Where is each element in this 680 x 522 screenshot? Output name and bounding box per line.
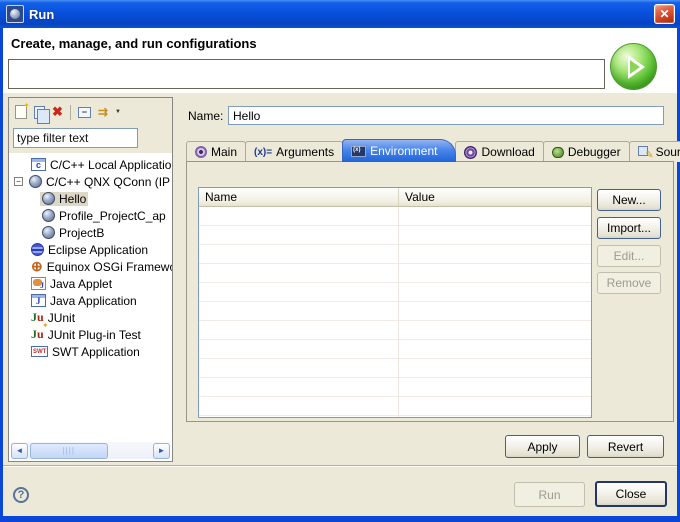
qnx-config-icon xyxy=(42,209,55,222)
tab-source[interactable]: Source xyxy=(629,141,680,162)
configurations-tree: C/C++ Local Application − C/C++ QNX QCon… xyxy=(9,153,172,441)
footer-bar: ? Run Close xyxy=(3,467,677,516)
table-header-row: Name Value xyxy=(199,188,591,207)
dialog-body: ✦ ✖ − ⇉ ▼ C/C++ Local Application − xyxy=(3,93,677,465)
tab-debugger[interactable]: Debugger xyxy=(543,141,630,162)
tree-item-java-application[interactable]: Java Application xyxy=(9,292,172,309)
filter-options-icon[interactable]: ⇉ xyxy=(98,106,108,118)
configuration-tabs: Main (x)= Arguments Environment Download… xyxy=(186,139,680,162)
tab-label: Debugger xyxy=(568,145,621,159)
tree-item-junit-plugin-test[interactable]: ✦ JUnit Plug-in Test xyxy=(9,326,172,343)
close-button[interactable]: Close xyxy=(595,481,667,507)
remove-variable-button: Remove xyxy=(597,272,661,294)
run-dialog-icon xyxy=(6,5,24,23)
configurations-toolbar: ✦ ✖ − ⇉ ▼ xyxy=(13,101,168,123)
qnx-config-icon xyxy=(29,175,42,188)
configuration-detail-panel: Name: Main (x)= Arguments Environment D xyxy=(178,97,674,462)
tree-item-projectb[interactable]: ProjectB xyxy=(9,224,172,241)
collapse-node-icon[interactable]: − xyxy=(14,177,23,186)
tab-arguments[interactable]: (x)= Arguments xyxy=(245,141,343,162)
help-icon[interactable]: ? xyxy=(13,487,29,503)
junit-plugin-icon: ✦ xyxy=(31,327,44,342)
revert-button[interactable]: Revert xyxy=(587,435,664,458)
panel-toolbar-area: ✦ ✖ − ⇉ ▼ xyxy=(9,98,172,153)
title-bar: Run ✕ xyxy=(0,0,680,28)
tab-download[interactable]: Download xyxy=(455,141,543,162)
dialog-header: Create, manage, and run configurations xyxy=(3,28,677,93)
table-body-empty[interactable] xyxy=(199,207,591,417)
scrollbar-track[interactable]: |||| xyxy=(28,443,153,459)
equinox-framework-icon: ⊕ xyxy=(31,260,43,273)
tree-item-java-applet[interactable]: Java Applet xyxy=(9,275,172,292)
eclipse-application-icon xyxy=(31,243,44,256)
java-application-icon xyxy=(31,294,46,307)
run-button: Run xyxy=(514,482,585,507)
tab-label: Arguments xyxy=(276,145,334,159)
tab-label: Environment xyxy=(370,144,437,158)
qnx-config-icon xyxy=(42,226,55,239)
scroll-left-icon[interactable]: ◄ xyxy=(11,443,28,459)
collapse-all-icon[interactable]: − xyxy=(78,107,91,118)
duplicate-configuration-icon[interactable] xyxy=(34,106,45,119)
tab-environment[interactable]: Environment xyxy=(342,139,456,162)
tab-label: Main xyxy=(211,145,237,159)
tab-label: Source xyxy=(656,145,680,159)
run-banner-icon xyxy=(610,43,657,90)
scroll-right-icon[interactable]: ► xyxy=(153,443,170,459)
import-variable-button[interactable]: Import... xyxy=(597,217,661,239)
scrollbar-thumb[interactable]: |||| xyxy=(30,443,108,459)
c-application-icon xyxy=(31,158,46,171)
dialog-title-text: Create, manage, and run configurations xyxy=(11,36,257,51)
tree-item-junit[interactable]: JUnit xyxy=(9,309,172,326)
configurations-panel: ✦ ✖ − ⇉ ▼ C/C++ Local Application − xyxy=(8,97,173,462)
delete-configuration-icon[interactable]: ✖ xyxy=(52,105,63,119)
debugger-tab-icon xyxy=(552,147,564,158)
column-header-name[interactable]: Name xyxy=(199,188,399,207)
tab-main[interactable]: Main xyxy=(186,141,246,162)
environment-tab-icon xyxy=(351,146,366,157)
new-configuration-icon[interactable]: ✦ xyxy=(15,105,27,119)
tree-item-swt-application[interactable]: SWT Application xyxy=(9,343,172,360)
toolbar-separator xyxy=(70,105,71,120)
column-divider xyxy=(398,207,399,417)
java-applet-icon xyxy=(31,277,46,290)
download-tab-icon xyxy=(464,146,477,159)
filter-input[interactable] xyxy=(13,128,138,148)
qnx-config-icon xyxy=(42,192,55,205)
tree-item-profile-projectc[interactable]: Profile_ProjectC_ap xyxy=(9,207,172,224)
new-variable-button[interactable]: New... xyxy=(597,189,661,211)
tree-item-cpp-local-application[interactable]: C/C++ Local Application xyxy=(9,156,172,173)
window-title: Run xyxy=(29,7,54,22)
filter-dropdown-icon[interactable]: ▼ xyxy=(115,109,121,115)
tab-label: Download xyxy=(481,145,534,159)
message-area xyxy=(8,59,605,89)
environment-variables-table[interactable]: Name Value xyxy=(198,187,592,418)
tree-horizontal-scrollbar[interactable]: ◄ |||| ► xyxy=(11,442,170,459)
close-window-icon[interactable]: ✕ xyxy=(654,4,675,24)
edit-variable-button: Edit... xyxy=(597,245,661,267)
tree-item-equinox-osgi[interactable]: ⊕ Equinox OSGi Framewo xyxy=(9,258,172,275)
environment-tab-content: Name Value New... Import... Edit... Remo… xyxy=(186,161,674,422)
main-tab-icon xyxy=(195,146,207,158)
apply-button[interactable]: Apply xyxy=(505,435,580,458)
tree-item-eclipse-application[interactable]: Eclipse Application xyxy=(9,241,172,258)
sparkle-icon: ✦ xyxy=(23,101,30,110)
name-input[interactable] xyxy=(228,106,664,125)
arguments-tab-icon: (x)= xyxy=(254,147,272,158)
column-header-value[interactable]: Value xyxy=(399,188,591,207)
tree-item-cpp-qnx-qconn[interactable]: − C/C++ QNX QConn (IP xyxy=(9,173,172,190)
sparkle-icon: ✦ xyxy=(42,321,49,330)
name-label: Name: xyxy=(188,109,223,123)
run-dialog-window: Run ✕ Create, manage, and run configurat… xyxy=(0,0,680,522)
tree-item-hello[interactable]: Hello xyxy=(9,190,172,207)
swt-application-icon xyxy=(31,346,48,357)
source-tab-icon xyxy=(638,146,652,159)
